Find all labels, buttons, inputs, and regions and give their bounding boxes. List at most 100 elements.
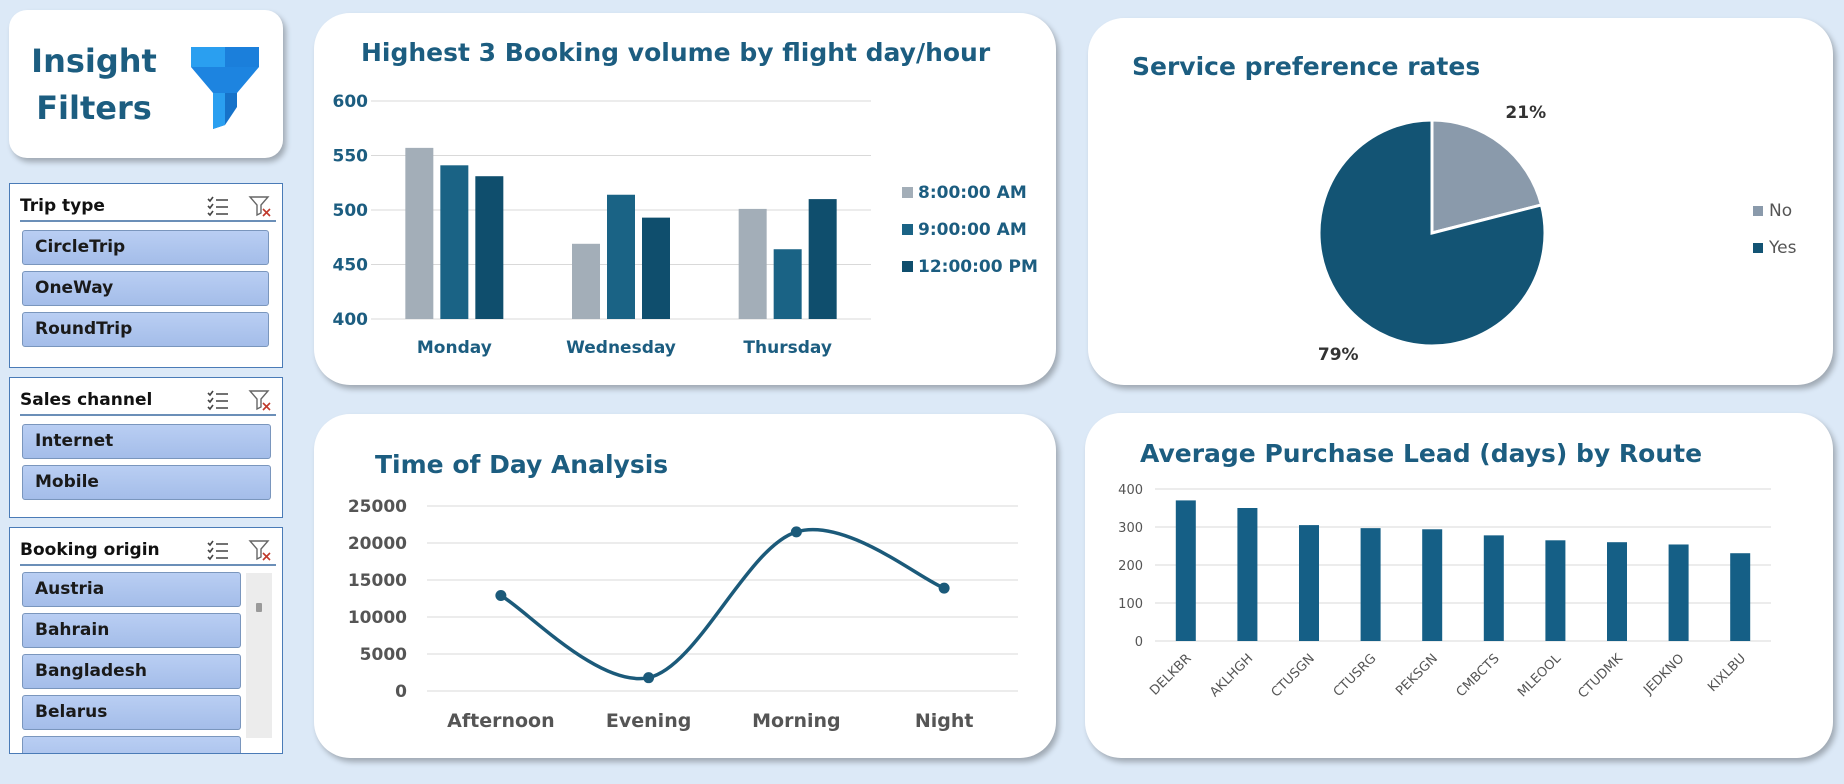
x-tick-label: PEKSGN bbox=[1393, 651, 1441, 699]
bar-mleool bbox=[1545, 540, 1566, 641]
slicer-trip-type: Trip type CircleTrip OneWay RoundTrip bbox=[9, 183, 283, 368]
x-tick-label: Wednesday bbox=[566, 338, 676, 358]
multi-select-icon[interactable] bbox=[206, 194, 230, 218]
legend-swatch bbox=[902, 261, 913, 272]
x-tick-label: Thursday bbox=[743, 338, 832, 358]
legend-label: 9:00:00 AM bbox=[918, 220, 1027, 240]
x-tick-label: CTUSGN bbox=[1269, 651, 1318, 700]
pie-value-label: 21% bbox=[1505, 103, 1546, 123]
x-tick-label: CMBCTS bbox=[1454, 651, 1503, 700]
slicer-item-roundtrip[interactable]: RoundTrip bbox=[22, 312, 269, 347]
y-tick-label: 5000 bbox=[360, 645, 407, 665]
x-tick-label: Night bbox=[915, 710, 974, 732]
bar-delkbr bbox=[1175, 500, 1196, 641]
x-tick-label: Morning bbox=[752, 710, 841, 732]
y-tick-label: 400 bbox=[333, 310, 369, 330]
bar-monday-0 bbox=[405, 147, 434, 319]
x-tick-label: Evening bbox=[606, 710, 691, 732]
slicer-item-partial[interactable] bbox=[22, 736, 241, 753]
y-tick-label: 200 bbox=[1118, 559, 1143, 574]
slicer-item-austria[interactable]: Austria bbox=[22, 572, 241, 607]
data-point-afternoon bbox=[495, 590, 507, 602]
data-point-night bbox=[938, 582, 950, 594]
time-of-day-chart: 25000 20000 15000 10000 5000 0 Afternoon Evenin… bbox=[348, 497, 1018, 732]
x-tick-label: Afternoon bbox=[447, 710, 554, 732]
y-tick-label: 10000 bbox=[348, 608, 407, 628]
legend-swatch bbox=[902, 187, 913, 198]
insight-filters-header: Insight Filters bbox=[9, 10, 283, 158]
clear-filter-icon[interactable] bbox=[248, 388, 272, 412]
y-tick-label: 20000 bbox=[348, 534, 407, 554]
multi-select-icon[interactable] bbox=[206, 538, 230, 562]
x-tick-label: MLEOOL bbox=[1515, 651, 1565, 701]
slicer-header: Sales channel bbox=[20, 386, 276, 416]
bar-thursday-2 bbox=[808, 199, 837, 319]
bar-jedkno bbox=[1668, 544, 1689, 641]
y-tick-label: 0 bbox=[1135, 635, 1143, 650]
legend-label: 8:00:00 AM bbox=[918, 183, 1027, 203]
y-tick-label: 550 bbox=[333, 147, 369, 167]
y-tick-label: 600 bbox=[333, 92, 369, 112]
series-line bbox=[499, 528, 945, 681]
y-tick-label: 0 bbox=[395, 682, 407, 702]
clear-filter-icon[interactable] bbox=[248, 538, 272, 562]
y-tick-label: 400 bbox=[1118, 483, 1143, 498]
service-preference-card: Service preference rates 21% 79% No Yes bbox=[1088, 18, 1833, 385]
y-tick-label: 450 bbox=[333, 256, 369, 276]
bar-cmbcts bbox=[1483, 535, 1504, 641]
slicer-item-bangladesh[interactable]: Bangladesh bbox=[22, 654, 241, 689]
slicer-item-oneway[interactable]: OneWay bbox=[22, 271, 269, 306]
purchase-lead-chart: 400 300 200 100 0 DELKBR AKLHGH CTUSGN CTUSRG PEK… bbox=[1118, 483, 1771, 702]
bar-peksgn bbox=[1422, 529, 1443, 641]
data-point-evening bbox=[643, 672, 655, 684]
time-of-day-card: Time of Day Analysis 25000 20000 15000 1000… bbox=[314, 414, 1056, 758]
service-preference-chart: 21% 79% No Yes bbox=[1317, 103, 1797, 365]
x-tick-label: JEDKNO bbox=[1640, 651, 1687, 698]
bar-ctusgn bbox=[1299, 525, 1319, 641]
legend-swatch bbox=[902, 224, 913, 235]
pie-value-label: 79% bbox=[1318, 345, 1359, 365]
booking-volume-chart: 600 550 500 450 400 Monday Wednesday Thursday 8:… bbox=[333, 92, 1038, 358]
bar-monday-2 bbox=[475, 176, 504, 319]
bar-monday-1 bbox=[440, 165, 469, 319]
scrollbar[interactable] bbox=[246, 573, 272, 738]
slicer-title: Trip type bbox=[20, 196, 105, 216]
slicer-item-bahrain[interactable]: Bahrain bbox=[22, 613, 241, 648]
bar-ctudmk bbox=[1607, 542, 1627, 641]
legend-label: Yes bbox=[1768, 238, 1797, 258]
slicer-item-belarus[interactable]: Belarus bbox=[22, 695, 241, 730]
y-tick-label: 500 bbox=[333, 201, 369, 221]
slicer-header: Booking origin bbox=[20, 536, 276, 566]
slicer-item-internet[interactable]: Internet bbox=[22, 424, 271, 459]
x-tick-label: CTUSRG bbox=[1331, 651, 1380, 700]
legend-label: No bbox=[1769, 201, 1792, 221]
slicer-header: Trip type bbox=[20, 192, 276, 222]
y-tick-label: 15000 bbox=[348, 571, 407, 591]
legend-swatch bbox=[1753, 243, 1763, 253]
y-tick-label: 300 bbox=[1118, 521, 1143, 536]
bar-wednesday-0 bbox=[572, 243, 600, 319]
legend-label: 12:00:00 PM bbox=[918, 257, 1038, 277]
bar-aklhgh bbox=[1237, 508, 1258, 641]
header-line-1: Insight bbox=[31, 42, 157, 80]
bar-kixlbu bbox=[1730, 553, 1751, 641]
slicer-title: Booking origin bbox=[20, 540, 160, 560]
y-tick-label: 25000 bbox=[348, 497, 407, 517]
x-tick-label: KIXLBU bbox=[1705, 651, 1749, 695]
data-point-morning bbox=[790, 526, 802, 538]
scrollbar-thumb[interactable] bbox=[256, 603, 262, 612]
slicer-item-mobile[interactable]: Mobile bbox=[22, 465, 271, 500]
legend-swatch bbox=[1753, 206, 1763, 216]
bar-wednesday-2 bbox=[642, 217, 670, 319]
slicer-sales-channel: Sales channel Internet Mobile bbox=[9, 377, 283, 518]
x-tick-label: Monday bbox=[417, 338, 492, 358]
bar-thursday-1 bbox=[773, 249, 802, 319]
purchase-lead-card: Average Purchase Lead (days) by Route 40… bbox=[1085, 413, 1833, 758]
x-tick-label: DELKBR bbox=[1147, 651, 1194, 698]
clear-filter-icon[interactable] bbox=[248, 194, 272, 218]
bar-thursday-0 bbox=[738, 208, 767, 319]
bar-ctusrg bbox=[1360, 528, 1381, 641]
slicer-booking-origin: Booking origin Austria Bahrain Banglades… bbox=[9, 527, 283, 754]
slicer-item-circletrip[interactable]: CircleTrip bbox=[22, 230, 269, 265]
multi-select-icon[interactable] bbox=[206, 388, 230, 412]
